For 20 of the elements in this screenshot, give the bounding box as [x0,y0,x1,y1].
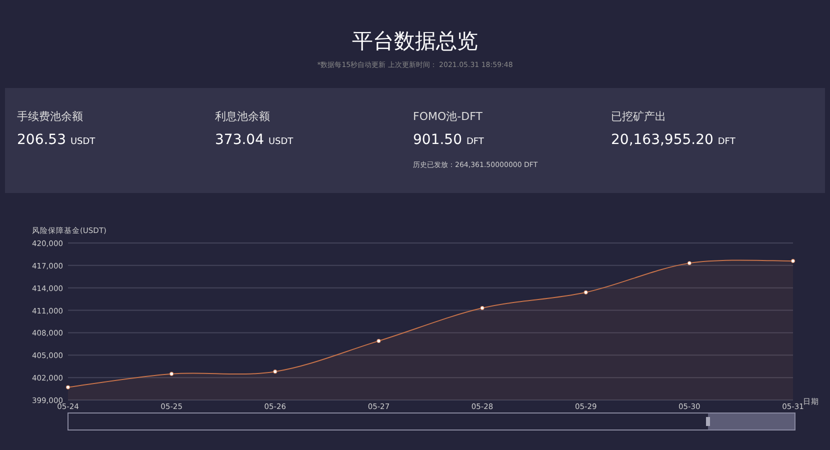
data-point [273,370,278,374]
data-point [584,290,588,294]
data-point [66,385,70,390]
stat-value: 20,163,955.20 DFT [611,132,736,148]
stat-label: 手续费池余额 [17,110,84,124]
stat-label: FOMO池-DFT [413,110,484,124]
stat-label: 已挖矿产出 [611,110,667,124]
zoom-slider[interactable] [68,412,796,430]
zoom-handle[interactable] [706,417,710,426]
zoom-window[interactable] [708,413,795,430]
stat-value: 373.04 USDT [215,132,294,148]
stat-value: 901.50 DFT [413,132,485,148]
stat-value: 206.53 USDT [17,132,96,148]
data-point [790,258,796,264]
data-point [687,261,692,266]
data-point [376,338,381,344]
data-point [480,306,484,310]
page-title: 平台数据总览 [351,28,479,54]
data-point [169,372,174,376]
stat-label: 利息池余额 [215,110,271,124]
